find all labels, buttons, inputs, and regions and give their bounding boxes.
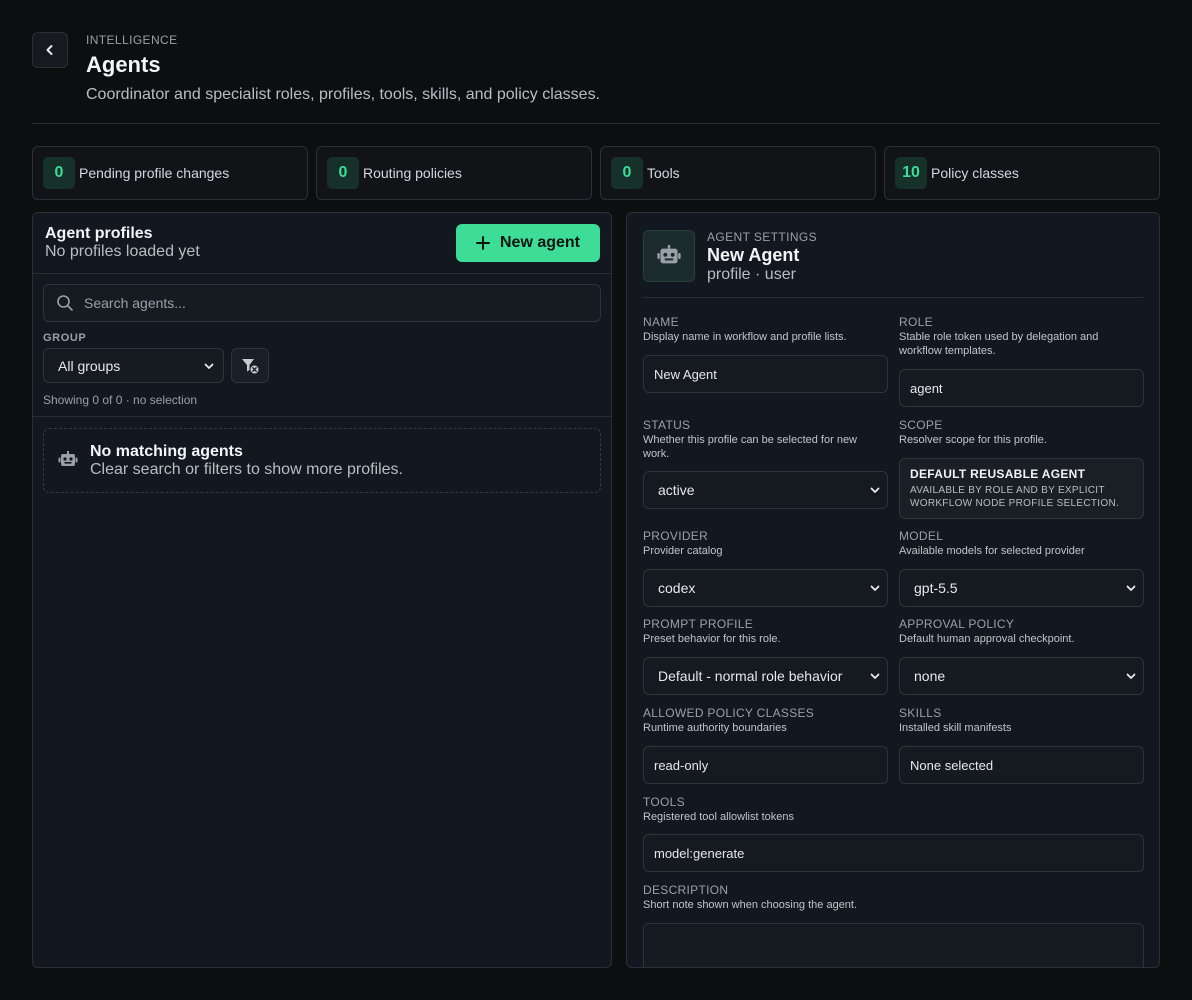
- profiles-title: Agent profiles: [45, 225, 153, 242]
- status-label: STATUS: [643, 418, 691, 432]
- profiles-subtitle: No profiles loaded yet: [45, 243, 200, 260]
- provider-help: Provider catalog: [643, 545, 723, 557]
- agent-profiles-panel: Agent profiles No profiles loaded yet Ne…: [32, 212, 612, 968]
- chevron-down-icon: [870, 673, 880, 679]
- chevron-down-icon: [1126, 585, 1136, 591]
- stat-policy-classes: 10 Policy classes: [884, 146, 1160, 200]
- role-field[interactable]: agent: [899, 369, 1144, 407]
- chevron-left-icon: [46, 45, 53, 55]
- empty-state: No matching agents Clear search or filte…: [43, 428, 601, 493]
- scope-help: Resolver scope for this profile.: [899, 434, 1047, 446]
- settings-subtitle: profile · user: [707, 266, 796, 283]
- prompt-profile-help: Preset behavior for this role.: [643, 633, 781, 645]
- provider-select[interactable]: codex: [643, 569, 888, 607]
- model-help: Available models for selected provider: [899, 545, 1085, 557]
- description-textarea[interactable]: [643, 923, 1144, 967]
- divider: [643, 297, 1143, 298]
- provider-label: PROVIDER: [643, 529, 709, 543]
- stat-pending-profile-changes: 0 Pending profile changes: [32, 146, 308, 200]
- agent-settings-panel: AGENT SETTINGS New Agent profile · user …: [626, 212, 1160, 968]
- stat-label: Tools: [647, 165, 680, 181]
- prompt-profile-select-value: Default - normal role behavior: [658, 668, 843, 684]
- tools-help: Registered tool allowlist tokens: [643, 811, 795, 823]
- page-subtitle: Coordinator and specialist roles, profil…: [86, 86, 601, 103]
- name-help: Display name in workflow and profile lis…: [643, 331, 847, 343]
- empty-subtitle: Clear search or filters to show more pro…: [90, 461, 403, 478]
- search-input[interactable]: [84, 295, 564, 311]
- page-title: Agents: [86, 52, 161, 77]
- approval-policy-label: APPROVAL POLICY: [899, 617, 1015, 631]
- scope-info-box: DEFAULT REUSABLE AGENT AVAILABLE BY ROLE…: [899, 458, 1144, 519]
- robot-icon: [58, 451, 78, 466]
- divider: [33, 416, 611, 417]
- scope-title: DEFAULT REUSABLE AGENT: [910, 467, 1086, 481]
- stat-routing-policies: 0 Routing policies: [316, 146, 592, 200]
- approval-policy-select[interactable]: none: [899, 657, 1144, 695]
- scope-label: SCOPE: [899, 418, 943, 432]
- name-field[interactable]: New Agent: [643, 355, 888, 393]
- policy-classes-help: Runtime authority boundaries: [643, 722, 787, 734]
- header-divider: [32, 123, 1160, 124]
- new-agent-label: New agent: [499, 234, 580, 251]
- role-help: Stable role token used by delegation and…: [899, 331, 1099, 357]
- stat-label: Policy classes: [931, 165, 1019, 181]
- approval-policy-select-value: none: [914, 668, 946, 684]
- new-agent-button[interactable]: New agent: [456, 224, 600, 262]
- skills-label: SKILLS: [899, 706, 942, 720]
- model-select-value: gpt-5.5: [914, 580, 958, 596]
- skills-help: Installed skill manifests: [899, 722, 1012, 734]
- chevron-down-icon: [204, 363, 214, 369]
- back-button[interactable]: [32, 32, 68, 68]
- stat-label: Pending profile changes: [79, 165, 230, 181]
- group-select-value: All groups: [58, 357, 121, 374]
- skills-field[interactable]: None selected: [899, 746, 1144, 784]
- settings-eyebrow: AGENT SETTINGS: [707, 230, 818, 244]
- filter-clear-icon: [242, 358, 259, 373]
- clear-filter-button[interactable]: [231, 348, 269, 383]
- chevron-down-icon: [1126, 673, 1136, 679]
- settings-title: New Agent: [707, 245, 800, 265]
- status-select[interactable]: active: [643, 471, 888, 509]
- model-select[interactable]: gpt-5.5: [899, 569, 1144, 607]
- status-select-value: active: [658, 482, 695, 498]
- chevron-down-icon: [870, 487, 880, 493]
- description-label: DESCRIPTION: [643, 883, 729, 897]
- group-label: GROUP: [43, 332, 87, 344]
- prompt-profile-label: PROMPT PROFILE: [643, 617, 753, 631]
- policy-classes-label: ALLOWED POLICY CLASSES: [643, 706, 815, 720]
- plus-icon: [475, 236, 490, 250]
- search-box[interactable]: [43, 284, 601, 322]
- provider-select-value: codex: [658, 580, 696, 596]
- scope-description: AVAILABLE BY ROLE AND BY EXPLICIT WORKFL…: [910, 485, 1120, 509]
- divider: [33, 273, 611, 274]
- robot-icon: [657, 245, 681, 264]
- description-help: Short note shown when choosing the agent…: [643, 899, 858, 911]
- stat-label: Routing policies: [363, 165, 462, 181]
- status-help: Whether this profile can be selected for…: [643, 434, 858, 460]
- model-label: MODEL: [899, 529, 944, 543]
- policy-classes-field[interactable]: read-only: [643, 746, 888, 784]
- tools-label: TOOLS: [643, 795, 685, 809]
- group-select[interactable]: All groups: [43, 348, 224, 383]
- name-label: NAME: [643, 315, 679, 329]
- section-eyebrow: INTELLIGENCE: [86, 33, 178, 47]
- prompt-profile-select[interactable]: Default - normal role behavior: [643, 657, 888, 695]
- stat-value: 10: [895, 157, 927, 189]
- stat-value: 0: [43, 157, 75, 189]
- agent-avatar: [643, 230, 695, 282]
- showing-count: Showing 0 of 0 · no selection: [43, 393, 198, 407]
- stat-tools: 0 Tools: [600, 146, 876, 200]
- approval-policy-help: Default human approval checkpoint.: [899, 633, 1075, 645]
- stat-value: 0: [611, 157, 643, 189]
- search-icon: [57, 295, 73, 311]
- chevron-down-icon: [870, 585, 880, 591]
- empty-title: No matching agents: [90, 443, 243, 460]
- stat-value: 0: [327, 157, 359, 189]
- tools-field[interactable]: model:generate: [643, 834, 1144, 872]
- role-label: ROLE: [899, 315, 933, 329]
